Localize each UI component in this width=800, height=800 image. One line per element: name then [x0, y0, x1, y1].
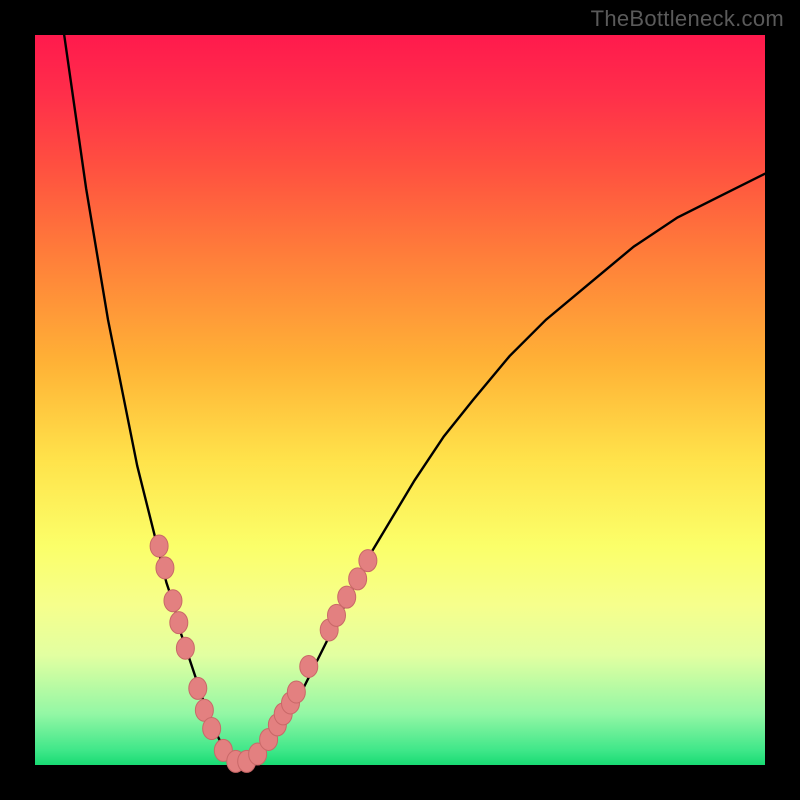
data-marker [176, 637, 194, 659]
data-marker [164, 590, 182, 612]
attribution-text: TheBottleneck.com [591, 6, 784, 32]
plot-area [35, 35, 765, 765]
chart-svg [35, 35, 765, 765]
data-marker [359, 550, 377, 572]
data-marker [338, 586, 356, 608]
bottleneck-curve [64, 35, 765, 765]
data-marker [170, 612, 188, 634]
data-markers-group [150, 535, 377, 772]
data-marker [150, 535, 168, 557]
chart-frame: TheBottleneck.com [0, 0, 800, 800]
data-marker [287, 681, 305, 703]
data-marker [327, 604, 345, 626]
data-marker [300, 655, 318, 677]
data-marker [189, 677, 207, 699]
data-marker [156, 557, 174, 579]
data-marker [203, 718, 221, 740]
data-marker [349, 568, 367, 590]
